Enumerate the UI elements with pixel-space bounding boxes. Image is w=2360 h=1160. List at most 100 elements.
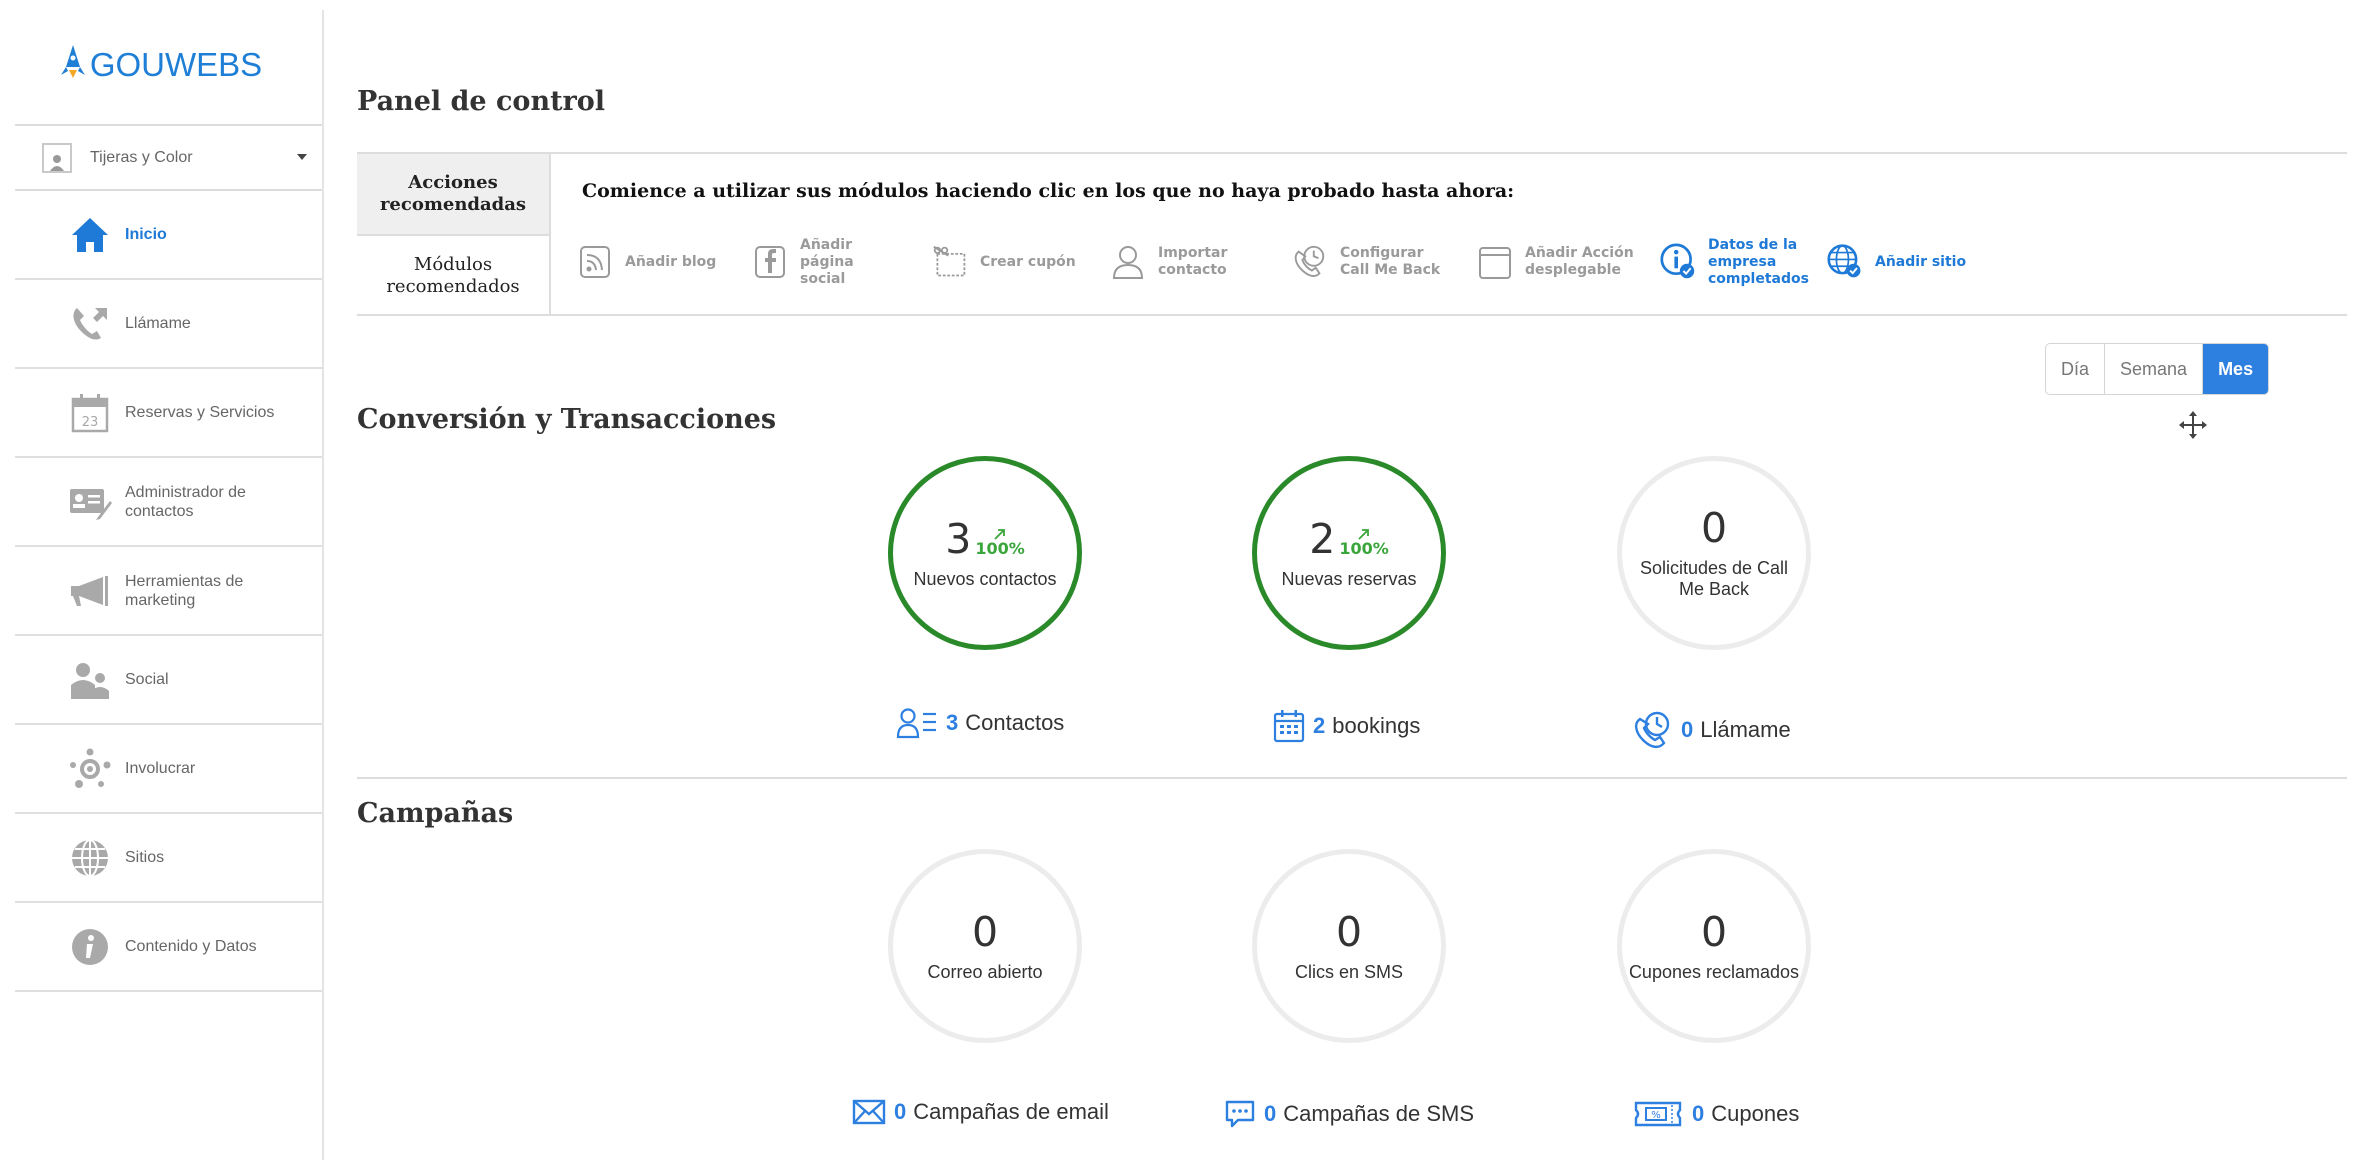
stat-count: 3: [946, 710, 959, 735]
sidebar-item-reservas[interactable]: 23 Reservas y Servicios: [15, 369, 323, 458]
module-create-coupon[interactable]: Crear cupón: [932, 234, 1085, 290]
sidebar-item-contactos[interactable]: Administrador de contactos: [15, 458, 323, 547]
kpi-new-contacts[interactable]: 3 100% Nuevos contactos: [888, 456, 1082, 650]
stat-count: 0: [1692, 1101, 1705, 1126]
network-icon: [67, 746, 113, 792]
module-configure-callback[interactable]: Configurar Call Me Back: [1292, 234, 1450, 290]
module-label: Añadir Acción desplegable: [1525, 245, 1634, 278]
module-add-blog[interactable]: Añadir blog: [577, 234, 720, 290]
module-add-dropdown-action[interactable]: Añadir Acción desplegable: [1477, 234, 1635, 290]
contacts-list-icon: [896, 707, 938, 739]
stat-label: Cupones: [1711, 1101, 1800, 1126]
contact-card-icon: [67, 479, 113, 525]
sidebar-item-marketing[interactable]: Herramientas de marketing: [15, 547, 323, 636]
svg-text:23: 23: [82, 415, 99, 430]
period-day-button[interactable]: Día: [2046, 344, 2106, 394]
module-label: Datos de la empresa completados: [1708, 236, 1809, 287]
sidebar-divider: [322, 10, 324, 1160]
stat-label: Llámame: [1700, 717, 1791, 742]
section-divider: [357, 777, 2347, 779]
chat-icon: [1224, 1099, 1256, 1129]
stat-count: 0: [894, 1099, 907, 1124]
sidebar-item-llamame[interactable]: Llámame: [15, 280, 323, 369]
tab-acciones-recomendadas[interactable]: Acciones recomendadas: [357, 154, 549, 236]
people-icon: [67, 657, 113, 703]
kpi-value: 2: [1309, 514, 1336, 563]
kpi-label: Nuevos contactos: [913, 568, 1057, 589]
sidebar-item-label: Herramientas de marketing: [125, 572, 244, 609]
recommendations-panel: Acciones recomendadas Módulos recomendad…: [357, 152, 2347, 316]
tab-modulos-recomendados[interactable]: Módulos recomendados: [357, 236, 549, 316]
recommendations-heading: Comience a utilizar sus módulos haciendo…: [582, 180, 1515, 202]
globe-icon: [67, 835, 113, 881]
stat-label: Contactos: [965, 710, 1065, 735]
module-label: Añadir sitio: [1875, 253, 1967, 270]
stat-count: 0: [1681, 717, 1694, 742]
kpi-callback-requests[interactable]: 0 Solicitudes de Call Me Back: [1617, 456, 1811, 650]
stat-callme-link[interactable]: 0 Llámame: [1633, 710, 1791, 750]
sidebar-nav: Inicio Llámame 23 Reservas y Servicios A…: [15, 191, 323, 992]
chevron-down-icon: [297, 154, 307, 160]
kpi-label: Solicitudes de Call Me Back: [1639, 558, 1789, 599]
user-outline-icon: [1110, 242, 1146, 282]
stat-coupons-link[interactable]: % 0 Cupones: [1632, 1099, 1799, 1129]
module-label: Configurar Call Me Back: [1340, 245, 1441, 278]
logo[interactable]: GOUWEBS: [15, 40, 305, 90]
calendar-grid-icon: [1273, 709, 1305, 743]
coupon-icon: [932, 242, 968, 282]
stat-bookings-link[interactable]: 2 bookings: [1273, 709, 1420, 743]
account-name: Tijeras y Color: [90, 148, 193, 166]
period-month-button[interactable]: Mes: [2203, 344, 2269, 394]
module-add-social-page[interactable]: Añadir página social: [752, 234, 860, 290]
ticket-icon: %: [1632, 1099, 1684, 1129]
sidebar-item-label: Contenido y Datos: [125, 938, 257, 955]
envelope-icon: [852, 1099, 886, 1125]
module-label: Añadir página social: [800, 236, 854, 287]
kpi-value: 0: [1335, 907, 1363, 956]
window-icon: [1477, 242, 1513, 282]
move-icon[interactable]: [2178, 410, 2208, 444]
phone-clock-icon: [1633, 710, 1673, 750]
sidebar-item-contenido[interactable]: Contenido y Datos: [15, 903, 323, 992]
section-title-campaigns: Campañas: [357, 798, 514, 829]
trend-value: 100%: [1339, 538, 1389, 558]
user-avatar-icon: [42, 142, 72, 173]
kpi-label: Nuevas reservas: [1281, 568, 1417, 589]
module-add-site[interactable]: Añadir sitio: [1827, 234, 1985, 290]
module-label: Crear cupón: [980, 253, 1076, 270]
module-label: Añadir blog: [625, 253, 717, 270]
module-company-data[interactable]: Datos de la empresa completados: [1660, 234, 1818, 290]
sidebar-item-label: Sitios: [125, 849, 165, 866]
account-selector[interactable]: Tijeras y Color: [15, 124, 323, 191]
rocket-icon: [58, 43, 90, 87]
period-week-button[interactable]: Semana: [2105, 344, 2204, 394]
svg-text:%: %: [1651, 1110, 1661, 1121]
stat-sms-campaigns-link[interactable]: 0 Campañas de SMS: [1224, 1099, 1474, 1129]
sidebar-item-label: Llámame: [125, 315, 191, 332]
sidebar-item-sitios[interactable]: Sitios: [15, 814, 323, 903]
kpi-label: Cupones reclamados: [1628, 961, 1800, 982]
stat-label: bookings: [1332, 713, 1421, 738]
sidebar: GOUWEBS Tijeras y Color Inicio Llámame 2…: [0, 0, 324, 1160]
sidebar-item-label: Social: [125, 671, 169, 688]
kpi-coupons-claimed[interactable]: 0 Cupones reclamados: [1617, 849, 1811, 1043]
module-import-contact[interactable]: Importar contacto: [1110, 234, 1243, 290]
stat-count: 2: [1313, 713, 1326, 738]
trend-badge: 100%: [1339, 527, 1389, 558]
sidebar-item-label: Administrador de contactos: [125, 483, 246, 520]
sidebar-item-inicio[interactable]: Inicio: [15, 191, 323, 280]
kpi-sms-clicks[interactable]: 0 Clics en SMS: [1252, 849, 1446, 1043]
info-check-icon: [1660, 242, 1696, 282]
kpi-value: 0: [971, 907, 999, 956]
megaphone-icon: [67, 568, 113, 614]
kpi-new-bookings[interactable]: 2 100% Nuevas reservas: [1252, 456, 1446, 650]
stat-email-campaigns-link[interactable]: 0 Campañas de email: [852, 1099, 1109, 1125]
info-icon: [67, 924, 113, 970]
logo-text: GOUWEBS: [89, 46, 263, 83]
kpi-value: 3: [945, 514, 972, 563]
stat-contacts-link[interactable]: 3 Contactos: [896, 707, 1064, 739]
sidebar-item-involucrar[interactable]: Involucrar: [15, 725, 323, 814]
sidebar-item-social[interactable]: Social: [15, 636, 323, 725]
kpi-value: 0: [1700, 907, 1728, 956]
kpi-email-opened[interactable]: 0 Correo abierto: [888, 849, 1082, 1043]
